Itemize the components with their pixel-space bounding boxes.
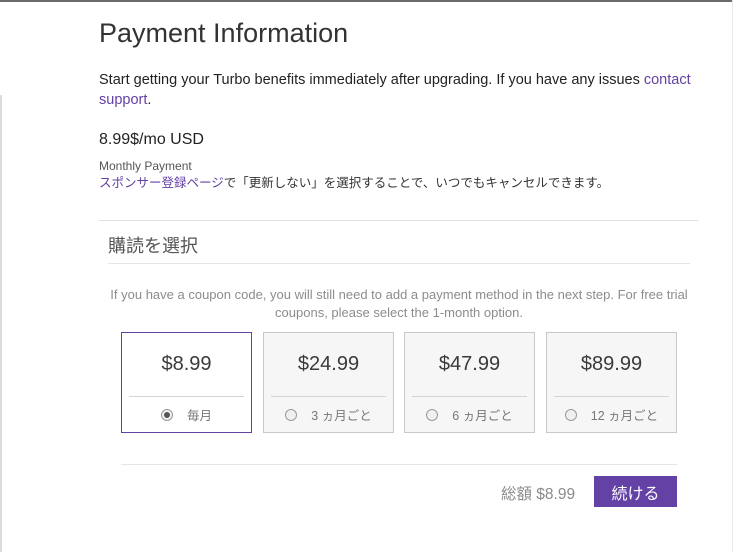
plan-option: 3 ヵ月ごと <box>264 405 393 424</box>
plan-amount: $8.99 <box>161 353 212 375</box>
monthly-payment-label: Monthly Payment <box>99 159 192 173</box>
coupon-note: If you have a coupon code, you will stil… <box>110 287 688 320</box>
intro-text: Start getting your Turbo benefits immedi… <box>99 70 709 110</box>
plan-monthly[interactable]: $8.99 毎月 <box>121 332 252 433</box>
radio-icon[interactable] <box>426 409 439 421</box>
continue-button[interactable]: 続ける <box>594 476 677 507</box>
window-top-border <box>0 0 733 2</box>
radio-icon[interactable] <box>285 409 298 421</box>
plan-options: $8.99 毎月 $24.99 3 ヵ月ごと $47.99 6 ヵ月ごと $89… <box>121 332 677 433</box>
price-label: 8.99$/mo USD <box>99 131 204 148</box>
intro-body: Start getting your Turbo benefits immedi… <box>99 72 644 88</box>
plan-divider <box>554 396 669 397</box>
footer-divider <box>121 464 677 465</box>
section-divider <box>99 220 698 221</box>
plan-amount: $89.99 <box>580 353 643 375</box>
total-label: 総額 $8.99 <box>501 486 576 503</box>
plan-3-months[interactable]: $24.99 3 ヵ月ごと <box>263 332 394 433</box>
plan-label: 12 ヵ月ごと <box>590 409 659 423</box>
plan-option: 毎月 <box>122 405 251 424</box>
plan-option: 12 ヵ月ごと <box>547 405 676 424</box>
cancel-note-text: で「更新しない」を選択することで、いつでもキャンセルできます。 <box>223 176 610 190</box>
intro-suffix: . <box>147 92 152 108</box>
plan-12-months[interactable]: $89.99 12 ヵ月ごと <box>546 332 677 433</box>
plan-6-months[interactable]: $47.99 6 ヵ月ごと <box>404 332 535 433</box>
cancel-note: スポンサー登録ページで「更新しない」を選択することで、いつでもキャンセルできます… <box>99 172 609 191</box>
plan-label: 6 ヵ月ごと <box>452 409 513 423</box>
plan-divider <box>271 396 386 397</box>
radio-icon[interactable] <box>564 409 577 421</box>
window-left-border <box>0 95 2 552</box>
plan-amount: $47.99 <box>438 353 501 375</box>
plan-option: 6 ヵ月ごと <box>405 405 534 424</box>
plan-amount: $24.99 <box>297 353 360 375</box>
plan-label: 3 ヵ月ごと <box>311 409 372 423</box>
page-title: Payment Information <box>99 18 349 48</box>
subscription-title-divider <box>108 263 690 264</box>
plan-label: 毎月 <box>186 409 212 423</box>
radio-icon[interactable] <box>160 409 173 421</box>
plan-divider <box>412 396 527 397</box>
plan-divider <box>129 396 244 397</box>
subscription-title: 購読を選択 <box>108 236 198 256</box>
sponsor-page-link[interactable]: スポンサー登録ページ <box>99 176 224 190</box>
